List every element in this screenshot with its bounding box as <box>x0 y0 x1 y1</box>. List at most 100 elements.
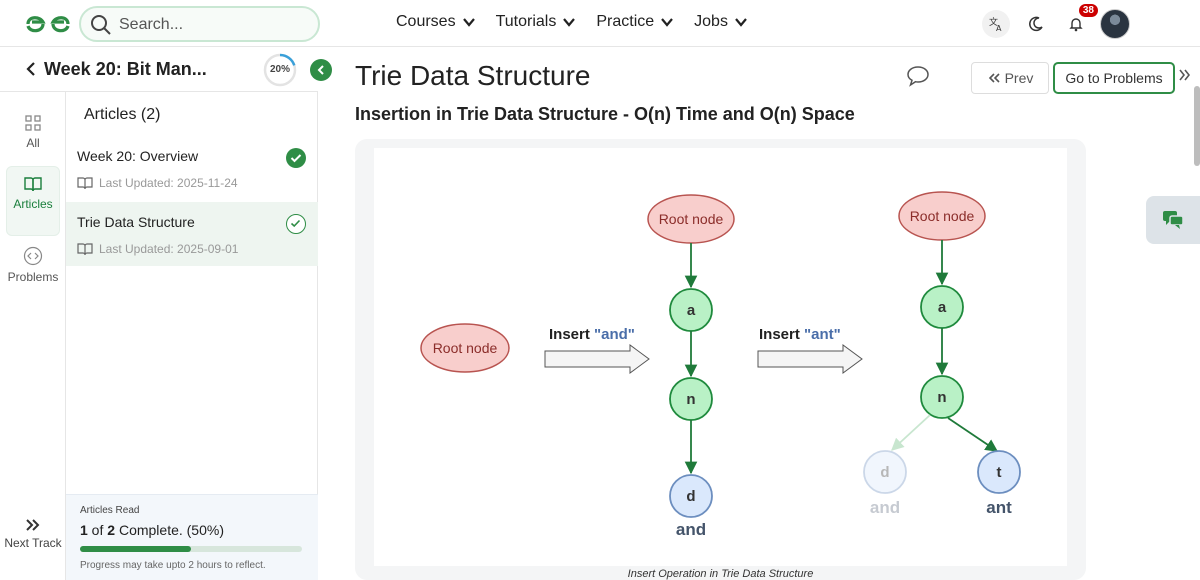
article-title: Trie Data Structure <box>77 214 195 230</box>
svg-text:A: A <box>996 24 1002 32</box>
article-title: Week 20: Overview <box>77 148 199 164</box>
top-navbar: Search... Courses Tutorials Practice Job… <box>0 0 1200 47</box>
node-d: d <box>669 474 713 518</box>
insert-prefix: Insert <box>549 326 594 343</box>
article-subtitle: Insertion in Trie Data Structure - O(n) … <box>355 104 855 124</box>
chat-button[interactable] <box>1146 196 1200 244</box>
chat-icon <box>1163 211 1184 229</box>
grid-icon <box>25 115 41 131</box>
translate-icon: 文A <box>989 16 1002 32</box>
node-n: n <box>920 375 964 419</box>
nav-tutorials[interactable]: Tutorials <box>496 13 577 31</box>
node-label: d <box>686 488 695 505</box>
article-updated: Last Updated: 2025-11-24 <box>99 176 238 190</box>
articles-read-progress: Articles Read 1 of 2 Complete. (50%) Pro… <box>66 494 318 580</box>
article-meta: Last Updated: 2025-11-24 <box>77 176 238 190</box>
node-a: a <box>669 288 713 332</box>
figure-caption: Insert Operation in Trie Data Structure <box>627 568 814 580</box>
insert-and-label: Insert "and" <box>549 326 635 343</box>
translate-button[interactable]: 文A <box>982 10 1010 38</box>
progress-bar <box>80 546 302 552</box>
page-title: Trie Data Structure <box>355 60 591 91</box>
chevron-down-icon <box>735 18 747 27</box>
double-chevron-left-icon <box>988 73 1000 83</box>
search-placeholder: Search... <box>119 16 184 33</box>
search-input[interactable]: Search... <box>79 6 320 42</box>
word-label: and <box>676 520 706 539</box>
book-icon <box>77 243 93 256</box>
book-icon <box>77 177 93 190</box>
panel-header: Week 20: Bit Man... 20% <box>0 48 332 92</box>
rail-label: Problems <box>7 270 59 284</box>
logo-icon[interactable] <box>24 11 72 37</box>
article-item[interactable]: Week 20: Overview Last Updated: 2025-11-… <box>66 136 318 200</box>
rail-item-articles[interactable]: Articles <box>6 166 60 236</box>
article-item-selected[interactable]: Trie Data Structure Last Updated: 2025-0… <box>66 202 318 266</box>
left-rail: All Articles Problems Next Track <box>0 48 66 580</box>
articles-read-count: 1 of 2 Complete. (50%) <box>80 522 224 538</box>
insert-arrow <box>544 344 650 374</box>
double-chevron-right-icon <box>26 519 40 531</box>
complete-text: Complete. (50%) <box>115 522 224 538</box>
nav-courses[interactable]: Courses <box>396 13 476 31</box>
nav-label: Courses <box>396 13 456 30</box>
course-panel: Week 20: Bit Man... 20% Articles (2) Wee… <box>0 48 332 580</box>
node-label: Root node <box>910 208 975 224</box>
node-label: d <box>880 464 889 481</box>
svg-text:Insert "and": Insert "and" <box>549 326 635 343</box>
notifications-button[interactable]: 38 <box>1062 4 1098 38</box>
node-t: t <box>977 450 1021 494</box>
progress-bar-fill <box>80 546 191 552</box>
read-of: of <box>87 522 108 538</box>
progress-percent: 20% <box>269 64 290 75</box>
panel-title: Week 20: Bit Man... <box>44 59 207 79</box>
insert-word: "and" <box>594 326 635 343</box>
chevron-down-icon <box>462 18 475 27</box>
article-updated: Last Updated: 2025-09-01 <box>99 242 239 256</box>
chevron-left-icon[interactable] <box>24 60 38 78</box>
node-d-faded: d <box>863 450 907 494</box>
svg-text:Insert "ant": Insert "ant" <box>759 326 841 343</box>
node-n: n <box>669 377 713 421</box>
double-chevron-right-icon[interactable] <box>1178 68 1190 82</box>
theme-toggle[interactable] <box>1022 10 1050 38</box>
search-icon <box>91 15 111 35</box>
rail-label: Articles <box>13 197 53 211</box>
nav-jobs[interactable]: Jobs <box>694 13 748 31</box>
word-label: ant <box>986 498 1012 517</box>
node-label: Root node <box>659 211 724 227</box>
insert-prefix: Insert <box>759 326 804 343</box>
progress-note: Progress may take upto 2 hours to reflec… <box>80 560 266 571</box>
node-label: Root node <box>433 340 498 356</box>
comment-icon[interactable] <box>906 65 930 87</box>
bell-icon <box>1069 18 1083 32</box>
notification-badge: 38 <box>1078 4 1098 17</box>
avatar[interactable] <box>1100 9 1130 39</box>
chevron-down-icon <box>563 18 576 27</box>
rail-item-problems[interactable]: Problems <box>6 238 60 308</box>
insert-ant-label: Insert "ant" <box>759 326 841 343</box>
main-nav: Courses Tutorials Practice Jobs <box>396 13 748 31</box>
next-track-label: Next Track <box>4 536 62 550</box>
check-circle-icon <box>286 148 306 168</box>
node-a: a <box>920 285 964 329</box>
collapse-panel-button[interactable] <box>310 59 332 81</box>
insert-word: "ant" <box>804 326 841 343</box>
trie-diagram: Root node Insert "and" Root node a n d a… <box>374 148 1067 566</box>
node-label: n <box>937 389 946 406</box>
article-meta: Last Updated: 2025-09-01 <box>77 242 238 256</box>
moon-icon <box>1029 16 1043 32</box>
nav-practice[interactable]: Practice <box>596 13 674 31</box>
rail-label: All <box>26 136 40 150</box>
root-node-initial: Root node <box>420 323 510 373</box>
scrollbar[interactable] <box>1194 86 1200 166</box>
prev-button[interactable]: Prev <box>971 62 1049 94</box>
progress-ring: 20% <box>263 53 297 87</box>
go-to-problems-button[interactable]: Go to Problems <box>1053 62 1175 94</box>
prev-label: Prev <box>1004 70 1034 86</box>
read-count: 1 <box>80 522 88 538</box>
next-track-button[interactable]: Next Track <box>0 518 66 550</box>
node-label: a <box>687 302 696 319</box>
nav-label: Practice <box>596 13 655 30</box>
nav-label: Tutorials <box>495 13 557 30</box>
